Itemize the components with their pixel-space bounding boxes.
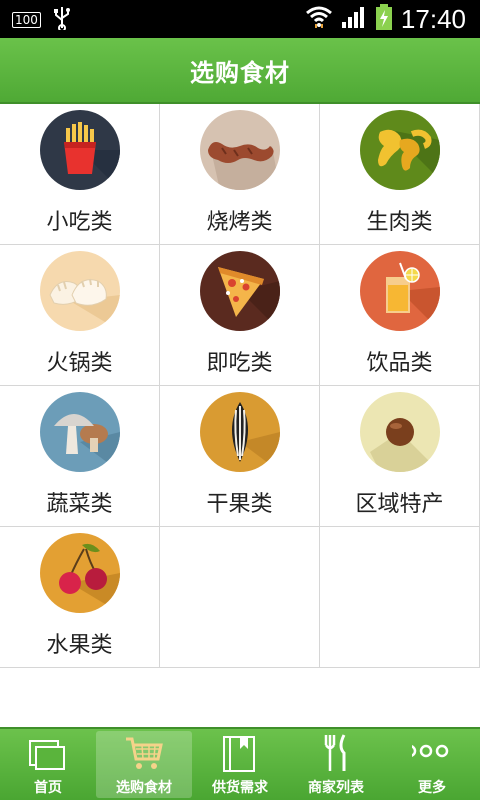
category-label: 生肉类 — [366, 210, 433, 235]
category-label: 饮品类 — [366, 351, 433, 376]
usb-icon — [53, 6, 71, 34]
clock: 17:40 — [400, 4, 466, 34]
category-hotpot[interactable]: 火锅类 — [0, 245, 160, 385]
battery-charging-icon — [375, 3, 393, 35]
category-label: 蔬菜类 — [46, 492, 113, 517]
category-label: 干果类 — [206, 492, 273, 517]
nav-label: 选购食材 — [116, 780, 172, 796]
empty-cell — [160, 527, 320, 667]
chicken-wings-icon — [360, 110, 440, 190]
nav-more[interactable]: 更多 — [384, 729, 480, 800]
category-label: 火锅类 — [46, 351, 113, 376]
title-bar: 选购食材 — [0, 38, 480, 104]
grid-row: 小吃类 烧烤类 生肉类 — [0, 104, 480, 245]
book-icon — [220, 733, 260, 773]
category-snacks[interactable]: 小吃类 — [0, 104, 160, 244]
nav-shop-ingredients[interactable]: 选购食材 — [96, 731, 192, 798]
nav-label: 供货需求 — [212, 780, 268, 796]
nav-home[interactable]: 首页 — [0, 729, 96, 800]
nav-merchant-list[interactable]: 商家列表 — [288, 729, 384, 800]
grid-row: 蔬菜类 干果类 区域特产 — [0, 386, 480, 527]
home-icon — [28, 733, 68, 773]
empty-cell — [320, 527, 480, 667]
category-label: 小吃类 — [46, 210, 113, 235]
bottom-nav: 首页 选购食材 供货需求 商家列表 更多 — [0, 727, 480, 800]
sausage-icon — [200, 110, 280, 190]
dumplings-icon — [40, 251, 120, 331]
grid-row: 火锅类 即吃类 饮品类 — [0, 245, 480, 386]
juice-icon — [360, 251, 440, 331]
category-drinks[interactable]: 饮品类 — [320, 245, 480, 385]
category-dried-fruits[interactable]: 干果类 — [160, 386, 320, 526]
category-label: 烧烤类 — [206, 210, 273, 235]
mushroom-icon — [40, 392, 120, 472]
category-raw-meat[interactable]: 生肉类 — [320, 104, 480, 244]
chestnut-icon — [360, 392, 440, 472]
cherry-icon — [40, 533, 120, 613]
nav-label: 首页 — [34, 780, 62, 796]
sunflower-seed-icon — [200, 392, 280, 472]
nav-supply-demand[interactable]: 供货需求 — [192, 729, 288, 800]
category-label: 即吃类 — [206, 351, 273, 376]
nav-label: 商家列表 — [308, 780, 364, 796]
nav-label: 更多 — [418, 780, 446, 796]
signal-icon — [341, 5, 367, 33]
page-title: 选购食材 — [190, 58, 290, 87]
more-icon — [403, 733, 452, 773]
french-fries-icon — [40, 110, 120, 190]
category-label: 区域特产 — [355, 492, 444, 517]
category-vegetables[interactable]: 蔬菜类 — [0, 386, 160, 526]
status-bar: 100 17:40 — [0, 0, 480, 38]
category-bbq[interactable]: 烧烤类 — [160, 104, 320, 244]
category-ready-to-eat[interactable]: 即吃类 — [160, 245, 320, 385]
wifi-icon — [305, 4, 333, 34]
battery-percent-badge: 100 — [12, 12, 41, 28]
category-grid: 小吃类 烧烤类 生肉类 火锅类 即吃类 饮品类 蔬菜类 干果类 区域特产 水果类 — [0, 104, 480, 668]
category-fruits[interactable]: 水果类 — [0, 527, 160, 667]
grid-row: 水果类 — [0, 527, 480, 668]
category-label: 水果类 — [46, 633, 113, 658]
category-regional-specialties[interactable]: 区域特产 — [320, 386, 480, 526]
fork-knife-icon — [316, 733, 356, 773]
cart-icon — [124, 733, 164, 773]
pizza-icon — [200, 251, 280, 331]
